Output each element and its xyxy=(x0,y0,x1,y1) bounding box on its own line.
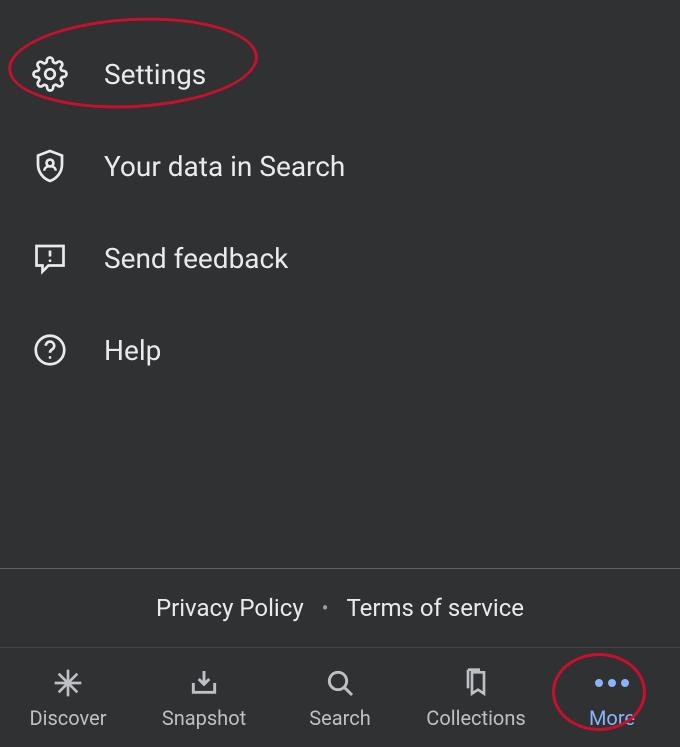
menu-item-help[interactable]: Help xyxy=(0,304,680,396)
menu-item-feedback[interactable]: Send feedback xyxy=(0,212,680,304)
menu-label: Help xyxy=(104,334,161,367)
nav-search[interactable]: Search xyxy=(272,648,408,747)
nav-snapshot[interactable]: Snapshot xyxy=(136,648,272,747)
menu-label: Send feedback xyxy=(104,242,288,275)
shield-account-icon xyxy=(32,148,68,184)
separator-dot: • xyxy=(322,596,329,620)
nav-label: Snapshot xyxy=(162,706,246,730)
nav-label: Discover xyxy=(30,706,107,730)
nav-collections[interactable]: Collections xyxy=(408,648,544,747)
gear-icon xyxy=(32,56,68,92)
help-icon xyxy=(32,332,68,368)
menu-label: Your data in Search xyxy=(104,150,345,183)
more-menu-list: Settings Your data in Search Send feedba… xyxy=(0,0,680,568)
menu-item-settings[interactable]: Settings xyxy=(0,28,680,120)
nav-label: More xyxy=(589,706,635,730)
search-icon xyxy=(323,666,357,700)
nav-label: Search xyxy=(309,706,370,730)
snapshot-icon xyxy=(187,666,221,700)
more-icon xyxy=(595,666,629,700)
discover-icon xyxy=(51,666,85,700)
nav-discover[interactable]: Discover xyxy=(0,648,136,747)
terms-link[interactable]: Terms of service xyxy=(346,594,524,622)
nav-label: Collections xyxy=(426,706,525,730)
menu-item-your-data[interactable]: Your data in Search xyxy=(0,120,680,212)
footer-links: Privacy Policy • Terms of service xyxy=(0,569,680,647)
privacy-link[interactable]: Privacy Policy xyxy=(156,594,304,622)
menu-label: Settings xyxy=(104,58,206,91)
bottom-nav: Discover Snapshot Search xyxy=(0,647,680,747)
nav-more[interactable]: More xyxy=(544,648,680,747)
feedback-icon xyxy=(32,240,68,276)
collections-icon xyxy=(459,666,493,700)
